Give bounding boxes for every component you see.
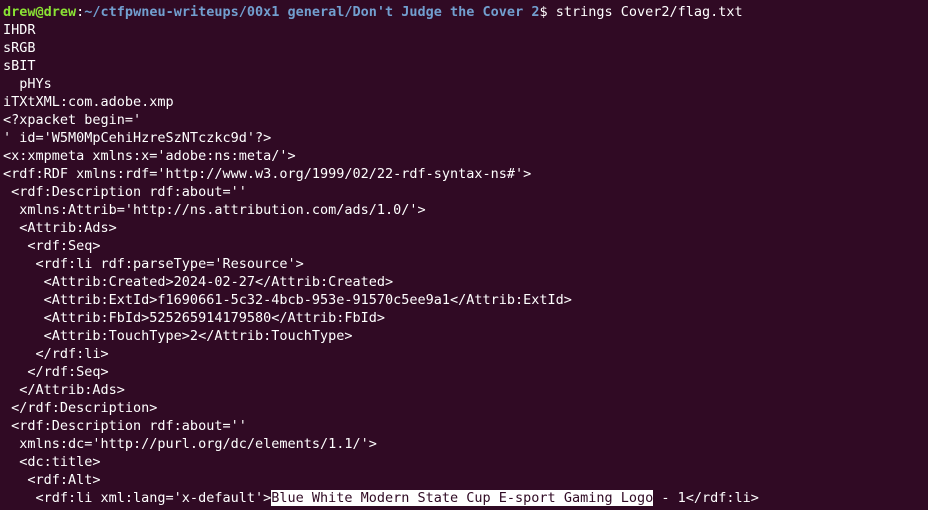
- output-line: <rdf:Alt>: [3, 472, 101, 488]
- last-line-prefix: <rdf:li xml:lang='x-default'>: [3, 490, 272, 506]
- output-line: <Attrib:Ads>: [3, 220, 117, 236]
- output-line: <?xpacket begin=': [3, 112, 142, 128]
- output-line: </rdf:Description>: [3, 400, 158, 416]
- last-line-suffix: - 1</rdf:li>: [653, 490, 759, 506]
- prompt-line: drew@drew:~/ctfpwneu-writeups/00x1 gener…: [3, 3, 928, 21]
- output-line: xmlns:Attrib='http://ns.attribution.com/…: [3, 202, 426, 218]
- output-line: <rdf:li rdf:parseType='Resource'>: [3, 256, 304, 272]
- output-line: sBIT: [3, 58, 36, 74]
- output-line: sRGB: [3, 40, 36, 56]
- output-line: <Attrib:ExtId>f1690661-5c32-4bcb-953e-91…: [3, 292, 572, 308]
- output-line: <x:xmpmeta xmlns:x='adobe:ns:meta/'>: [3, 148, 296, 164]
- output-line-last: <rdf:li xml:lang='x-default'>Blue White …: [3, 489, 928, 507]
- command-output: IHDR sRGB sBIT pHYs iTXtXML:com.adobe.xm…: [3, 21, 928, 507]
- output-line: </rdf:li>: [3, 346, 109, 362]
- output-line: <Attrib:FbId>525265914179580</Attrib:FbI…: [3, 310, 386, 326]
- output-line: <rdf:Description rdf:about='': [3, 418, 247, 434]
- output-line: <rdf:Description rdf:about='': [3, 184, 247, 200]
- output-line: iTXtXML:com.adobe.xmp: [3, 94, 174, 110]
- prompt-user-host: drew@drew: [3, 4, 77, 20]
- output-line: </rdf:Seq>: [3, 364, 109, 380]
- output-line: <Attrib:TouchType>2</Attrib:TouchType>: [3, 328, 353, 344]
- command-text: strings Cover2/flag.txt: [555, 4, 743, 20]
- output-line: <Attrib:Created>2024-02-27</Attrib:Creat…: [3, 274, 394, 290]
- output-line: ' id='W5M0MpCehiHzreSzNTczkc9d'?>: [3, 130, 272, 146]
- output-line: pHYs: [3, 76, 52, 92]
- selected-text[interactable]: Blue White Modern State Cup E-sport Gami…: [271, 490, 654, 506]
- output-line: <rdf:Seq>: [3, 238, 101, 254]
- prompt-cwd: ~/ctfpwneu-writeups/00x1 general/Don't J…: [84, 4, 540, 20]
- terminal-window[interactable]: drew@drew:~/ctfpwneu-writeups/00x1 gener…: [0, 0, 928, 510]
- output-line: <dc:title>: [3, 454, 101, 470]
- output-line: IHDR: [3, 22, 36, 38]
- output-line: </Attrib:Ads>: [3, 382, 125, 398]
- prompt-symbol: $: [539, 4, 556, 20]
- output-line: <rdf:RDF xmlns:rdf='http://www.w3.org/19…: [3, 166, 532, 182]
- output-line: xmlns:dc='http://purl.org/dc/elements/1.…: [3, 436, 377, 452]
